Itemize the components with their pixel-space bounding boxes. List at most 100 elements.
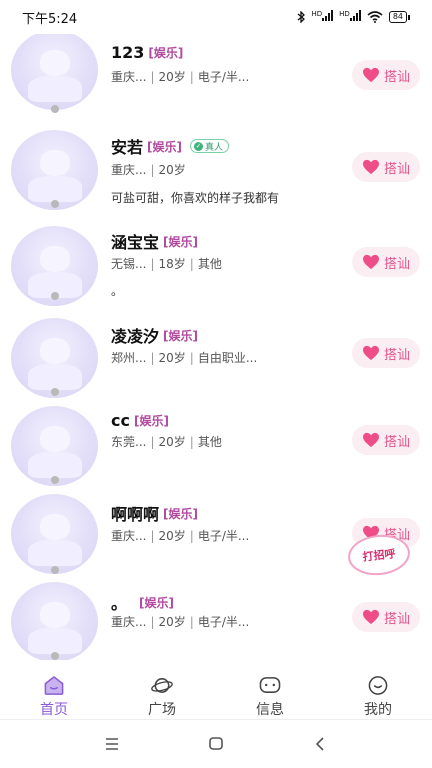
tab-messages-label: 信息	[256, 702, 284, 718]
user-age: 20岁	[158, 435, 186, 449]
battery-level: 84	[388, 11, 407, 23]
chat-button-label: 搭讪	[383, 611, 410, 627]
heart-icon	[362, 432, 379, 448]
user-age: 20岁	[158, 163, 186, 177]
avatar[interactable]	[11, 318, 98, 398]
user-job: 电子/半...	[197, 615, 250, 629]
list-item[interactable]: cc [娱乐] 东莞... | 20岁 | 其他 搭讪	[0, 404, 432, 492]
user-age: 20岁	[158, 70, 186, 84]
list-item[interactable]: 。 [娱乐] 重庆... | 20岁 | 电子/半... 搭讪	[0, 582, 432, 660]
user-job: 其他	[197, 257, 222, 271]
user-city: 重庆...	[111, 70, 147, 84]
user-info: 重庆... | 20岁 | 电子/半...	[111, 70, 250, 84]
user-name: 安若	[111, 138, 144, 157]
chat-button[interactable]: 搭讪	[352, 338, 420, 368]
user-tag: [娱乐]	[148, 46, 184, 60]
chat-button-label: 搭讪	[383, 256, 410, 272]
list-item[interactable]: 123 [娱乐] 重庆... | 20岁 | 电子/半... 搭讪	[0, 34, 432, 124]
user-job: 电子/半...	[197, 529, 250, 543]
planet-icon	[151, 678, 173, 693]
user-tag: [娱乐]	[163, 234, 198, 249]
user-bio: 可盐可甜，你喜欢的样子我都有	[111, 191, 280, 205]
user-age: 20岁	[158, 351, 186, 365]
signal-hd-1-label: HD	[311, 10, 323, 18]
online-status-dot	[51, 652, 59, 660]
status-icons: HD HD 84	[297, 10, 410, 24]
real-badge-label: 真人	[205, 142, 224, 153]
user-info: 东莞... | 20岁 | 其他	[111, 435, 222, 449]
signal-hd-2-label: HD	[339, 10, 350, 18]
status-time: 下午5:24	[22, 11, 78, 27]
heart-icon	[362, 159, 379, 175]
signal-hd-1-icon: HD	[312, 10, 334, 24]
user-info: 无锡... | 18岁 | 其他	[111, 257, 222, 271]
tab-profile-label: 我的	[364, 702, 392, 718]
chat-button[interactable]: 搭讪	[352, 152, 420, 182]
user-age: 20岁	[158, 529, 186, 543]
tab-square-label: 广场	[148, 702, 176, 718]
user-city: 无锡...	[111, 257, 147, 271]
wifi-icon	[367, 11, 383, 23]
user-city: 重庆...	[111, 163, 147, 177]
user-city: 重庆...	[111, 615, 147, 629]
user-city: 郑州...	[111, 351, 147, 365]
tab-home-label: 首页	[40, 702, 68, 718]
bottom-tab-bar: 首页 广场 信息 我的	[0, 660, 432, 720]
user-job: 其他	[197, 435, 222, 449]
user-tag: [娱乐]	[163, 328, 198, 343]
chat-button[interactable]: 搭讪	[352, 425, 420, 455]
home-square-icon[interactable]	[207, 736, 225, 752]
user-name: 涵宝宝	[111, 233, 160, 252]
user-age: 20岁	[158, 615, 186, 629]
check-icon: ✓	[194, 141, 203, 151]
avatar[interactable]	[11, 34, 98, 110]
status-bar: 下午5:24 HD HD 84	[0, 0, 432, 34]
list-item[interactable]: 涵宝宝 [娱乐] 无锡... | 18岁 | 其他 。 搭讪	[0, 222, 432, 314]
online-status-dot	[51, 566, 59, 574]
user-job: 自由职业...	[197, 351, 258, 365]
user-name: cc	[111, 411, 130, 430]
system-nav-bar	[0, 720, 432, 768]
chat-button-label: 搭讪	[383, 347, 410, 363]
user-tag: [娱乐]	[163, 506, 198, 521]
avatar[interactable]	[11, 582, 98, 660]
signal-hd-2-icon: HD	[339, 10, 361, 24]
user-tag: [娱乐]	[139, 595, 174, 610]
user-info: 重庆... | 20岁	[111, 163, 186, 177]
user-tag: [娱乐]	[133, 414, 169, 428]
battery-icon: 84	[388, 11, 410, 23]
user-city: 重庆...	[111, 529, 147, 543]
online-status-dot	[51, 200, 59, 208]
tab-messages[interactable]: 信息	[216, 660, 324, 719]
online-status-dot	[51, 105, 59, 113]
list-item[interactable]: 凌凌汐 [娱乐] 郑州... | 20岁 | 自由职业... 搭讪	[0, 316, 432, 404]
chat-button[interactable]: 搭讪	[352, 247, 420, 277]
heart-icon	[362, 345, 379, 361]
heart-icon	[362, 254, 379, 270]
message-icon	[259, 677, 281, 693]
chat-button[interactable]: 搭讪	[352, 60, 420, 90]
heart-icon	[362, 67, 379, 83]
user-info: 重庆... | 20岁 | 电子/半...	[111, 529, 250, 543]
user-bio: 。	[111, 284, 124, 298]
menu-icon[interactable]	[103, 736, 121, 752]
user-name: 123	[111, 43, 145, 62]
chat-button-label: 搭讪	[383, 161, 410, 177]
back-icon[interactable]	[311, 736, 329, 752]
avatar[interactable]	[11, 406, 98, 486]
heart-icon	[362, 609, 379, 625]
chat-button-label: 搭讪	[383, 434, 410, 450]
online-status-dot	[51, 292, 59, 300]
user-age: 18岁	[158, 257, 186, 271]
chat-button-label: 搭讪	[383, 69, 410, 85]
tab-home[interactable]: 首页	[0, 660, 108, 719]
user-job: 电子/半...	[197, 70, 250, 84]
list-item[interactable]: 安若 [娱乐] ✓ 真人 重庆... | 20岁 可盐可甜，你喜欢的样子我都有 搭讪	[0, 126, 432, 218]
avatar[interactable]	[11, 130, 98, 210]
avatar[interactable]	[11, 494, 98, 574]
home-icon	[44, 675, 64, 695]
tab-square[interactable]: 广场	[108, 660, 216, 719]
online-status-dot	[51, 476, 59, 484]
tab-profile[interactable]: 我的	[324, 660, 432, 719]
chat-button[interactable]: 搭讪	[352, 602, 420, 632]
